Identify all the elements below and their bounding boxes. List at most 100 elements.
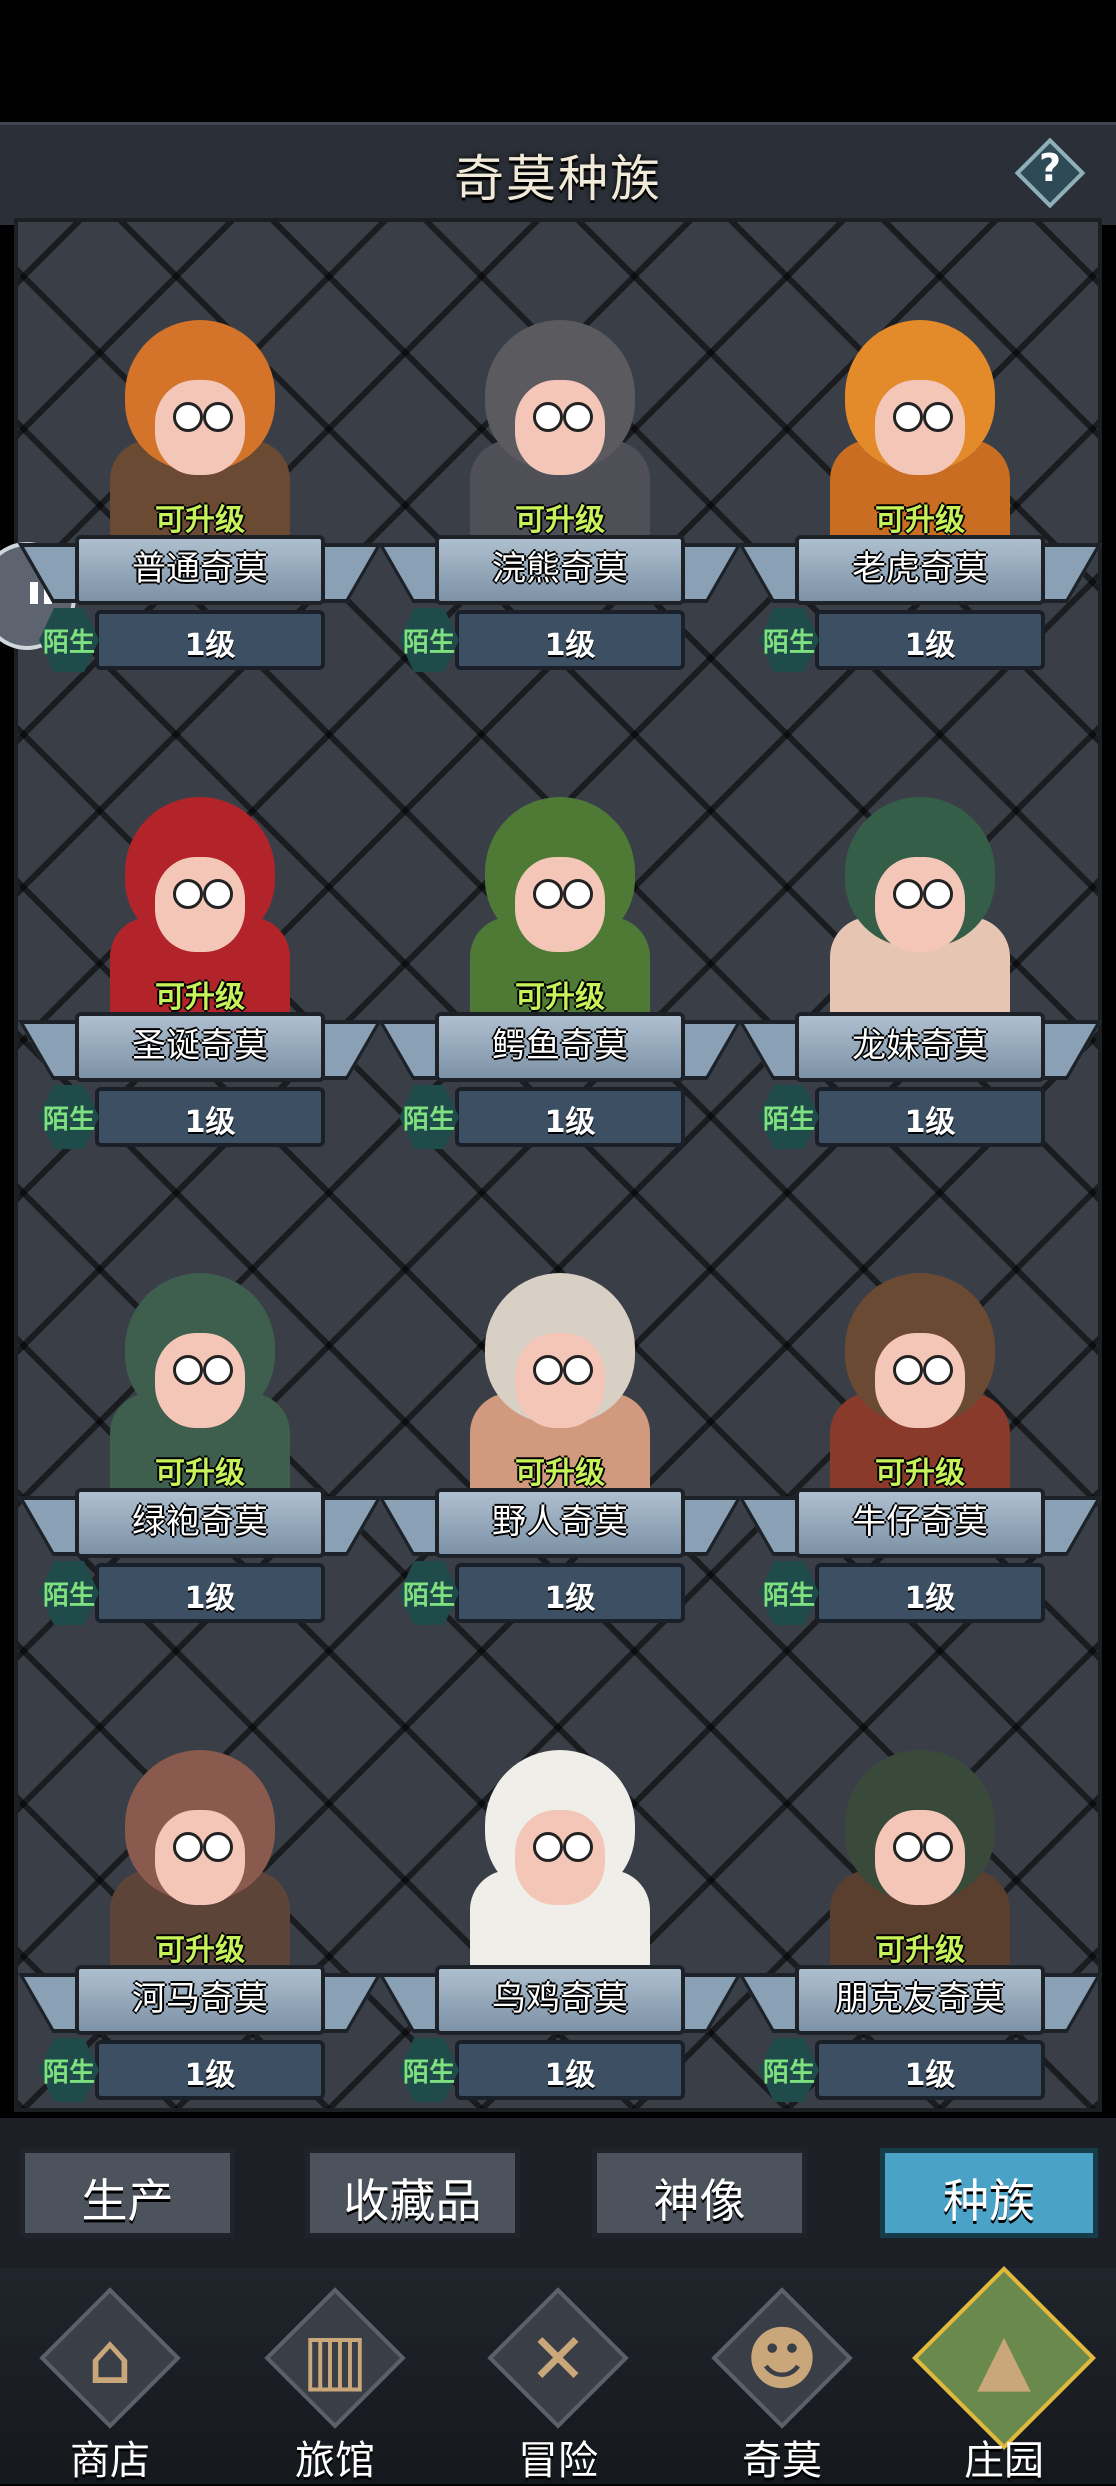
- race-card[interactable]: 可升级 浣熊奇莫 1级 陌生: [377, 290, 743, 740]
- name-banner: 绿袍奇莫: [17, 1488, 383, 1568]
- nav-label: 旅馆: [295, 2438, 375, 2484]
- race-name: 老虎奇莫: [852, 549, 988, 589]
- nav-adventure[interactable]: ✕ 冒险: [468, 2287, 648, 2484]
- familiarity-status: 陌生: [402, 1105, 455, 1135]
- race-card[interactable]: 可升级 鳄鱼奇莫 1级 陌生: [377, 767, 743, 1217]
- upgradable-label: 可升级: [875, 503, 965, 538]
- character-eye: [893, 879, 923, 909]
- upgradable-label: 可升级: [155, 1456, 245, 1491]
- character-eye: [563, 1832, 593, 1862]
- nav-inn[interactable]: ▥ 旅馆: [245, 2287, 425, 2484]
- nav-label: 商店: [70, 2438, 150, 2484]
- familiarity-status: 陌生: [402, 1581, 455, 1611]
- character-eye: [923, 879, 953, 909]
- race-card[interactable]: 可升级 河马奇莫 1级 陌生: [17, 1720, 383, 2170]
- island-manor-icon: ▲: [977, 2318, 1031, 2400]
- character-eye: [533, 879, 563, 909]
- character-face: [515, 1333, 605, 1428]
- nav-manor[interactable]: ▲ 庄园: [912, 2266, 1096, 2484]
- tab-races[interactable]: 种族: [880, 2148, 1098, 2238]
- character-eye: [173, 1832, 203, 1862]
- level-value: 1级: [544, 628, 596, 663]
- character-eye: [203, 402, 233, 432]
- race-card[interactable]: 可升级 绿袍奇莫 1级 陌生: [17, 1243, 383, 1693]
- character-face: [875, 380, 965, 475]
- race-card[interactable]: 鸟鸡奇莫 1级 陌生: [377, 1720, 743, 2170]
- level-value: 1级: [184, 628, 236, 663]
- tab-statues[interactable]: 神像: [592, 2148, 807, 2238]
- character-eye: [533, 1355, 563, 1385]
- tab-production[interactable]: 生产: [20, 2148, 235, 2238]
- race-card[interactable]: 可升级 牛仔奇莫 1级 陌生: [737, 1243, 1103, 1693]
- race-card[interactable]: 可升级 野人奇莫 1级 陌生: [377, 1243, 743, 1693]
- name-banner: 鳄鱼奇莫: [377, 1012, 743, 1092]
- character-face: [515, 1810, 605, 1905]
- race-card[interactable]: 可升级 普通奇莫 1级 陌生: [17, 290, 383, 740]
- character-eye: [923, 1355, 953, 1385]
- bottom-navigation: ⌂ 商店 ▥ 旅馆 ✕ 冒险 ☻ 奇莫 ▲ 庄园: [0, 2266, 1116, 2484]
- familiarity-badge: 陌生: [759, 2038, 819, 2102]
- familiarity-badge: 陌生: [39, 1561, 99, 1625]
- familiarity-badge: 陌生: [399, 1085, 459, 1149]
- character-eye: [923, 402, 953, 432]
- nav-shop[interactable]: ⌂ 商店: [20, 2287, 200, 2484]
- upgradable-label: 可升级: [875, 1933, 965, 1968]
- character-face: [515, 857, 605, 952]
- familiarity-status: 陌生: [762, 1581, 815, 1611]
- help-button[interactable]: ?: [1014, 137, 1086, 209]
- chicken-character-icon: ☻: [745, 2318, 819, 2400]
- nav-qimo[interactable]: ☻ 奇莫: [692, 2287, 872, 2484]
- level-bar: 1级: [95, 1087, 325, 1147]
- familiarity-badge: 陌生: [39, 2038, 99, 2102]
- character-eye: [203, 879, 233, 909]
- character-face: [155, 857, 245, 952]
- familiarity-status: 陌生: [42, 2058, 95, 2088]
- name-banner: 河马奇莫: [17, 1965, 383, 2045]
- character-eye: [923, 1832, 953, 1862]
- nav-label: 庄园: [964, 2438, 1044, 2484]
- familiarity-badge: 陌生: [39, 608, 99, 672]
- title-bar: 奇莫种族: [0, 122, 1116, 225]
- name-banner: 浣熊奇莫: [377, 535, 743, 615]
- familiarity-status: 陌生: [42, 1581, 95, 1611]
- familiarity-status: 陌生: [762, 628, 815, 658]
- character-eye: [533, 1832, 563, 1862]
- race-card[interactable]: 可升级 朋克友奇莫 1级 陌生: [737, 1720, 1103, 2170]
- race-card[interactable]: 可升级 圣诞奇莫 1级 陌生: [17, 767, 383, 1217]
- upgradable-label: 可升级: [155, 980, 245, 1015]
- tab-label: 生产: [81, 2174, 174, 2228]
- level-value: 1级: [544, 1581, 596, 1616]
- familiarity-status: 陌生: [762, 2058, 815, 2088]
- tab-collectibles[interactable]: 收藏品: [305, 2148, 520, 2238]
- character-eye: [893, 1832, 923, 1862]
- level-bar: 1级: [815, 1087, 1045, 1147]
- race-name: 圣诞奇莫: [132, 1026, 268, 1066]
- character-eye: [563, 1355, 593, 1385]
- name-banner: 龙妹奇莫: [737, 1012, 1103, 1092]
- race-name: 鳄鱼奇莫: [492, 1026, 628, 1066]
- level-bar: 1级: [455, 610, 685, 670]
- level-bar: 1级: [455, 1087, 685, 1147]
- character-eye: [563, 402, 593, 432]
- name-banner: 普通奇莫: [17, 535, 383, 615]
- race-card[interactable]: 龙妹奇莫 1级 陌生: [737, 767, 1103, 1217]
- familiarity-badge: 陌生: [759, 1561, 819, 1625]
- upgradable-label: 可升级: [515, 1456, 605, 1491]
- name-banner: 野人奇莫: [377, 1488, 743, 1568]
- level-value: 1级: [904, 1581, 956, 1616]
- race-card[interactable]: 可升级 老虎奇莫 1级 陌生: [737, 290, 1103, 740]
- race-name: 普通奇莫: [132, 549, 268, 589]
- race-name: 河马奇莫: [132, 1979, 268, 2019]
- character-eye: [173, 1355, 203, 1385]
- character-eye: [203, 1832, 233, 1862]
- character-eye: [203, 1355, 233, 1385]
- nav-label: 冒险: [518, 2438, 598, 2484]
- status-bar: [0, 0, 1116, 122]
- nav-label: 奇莫: [742, 2438, 822, 2484]
- character-eye: [533, 402, 563, 432]
- upgradable-label: 可升级: [875, 1456, 965, 1491]
- familiarity-badge: 陌生: [759, 608, 819, 672]
- tab-label: 收藏品: [343, 2174, 482, 2228]
- level-value: 1级: [184, 2058, 236, 2093]
- level-bar: 1级: [815, 1563, 1045, 1623]
